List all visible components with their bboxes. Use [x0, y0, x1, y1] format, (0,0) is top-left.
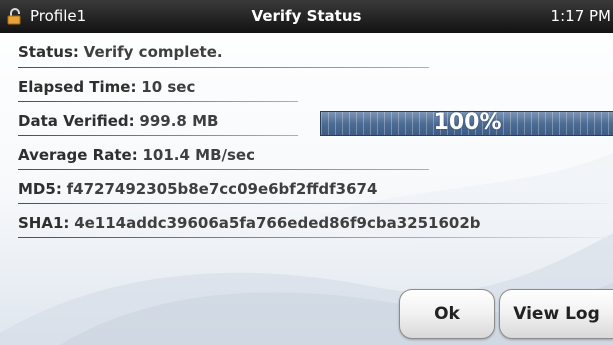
status-underline — [18, 67, 429, 68]
sha1-underline — [18, 237, 608, 238]
view-log-button[interactable]: View Log — [499, 289, 613, 339]
md5-underline — [18, 203, 608, 204]
progress-bar: 100% — [320, 110, 613, 136]
data-verified-value: 999.8 MB — [139, 112, 219, 130]
md5-value: f4727492305b8e7cc09e6bf2ffdf3674 — [66, 180, 378, 198]
sha1-label: SHA1 — [18, 214, 64, 232]
ok-button[interactable]: Ok — [399, 289, 495, 339]
progress-percent: 100% — [433, 110, 502, 135]
status-value: Verify complete. — [83, 43, 223, 61]
md5-label: MD5 — [18, 180, 56, 198]
status-label: Status — [18, 43, 73, 61]
elapsed-time-value: 10 sec — [141, 78, 196, 96]
average-rate-underline — [18, 169, 429, 170]
data-verified-underline — [18, 135, 298, 136]
elapsed-time-label: Elapsed Time — [18, 78, 131, 96]
status-colon: : — [72, 43, 79, 61]
window-title: Verify Status — [251, 7, 362, 25]
elapsed-time-underline — [18, 101, 298, 102]
sha1-value: 4e114addc39606a5fa766eded86f9cba3251602b — [74, 214, 481, 232]
data-verified-label: Data Verified — [18, 112, 129, 130]
clock: 1:17 PM — [550, 7, 611, 25]
average-rate-value: 101.4 MB/sec — [142, 146, 255, 164]
average-rate-label: Average Rate — [18, 146, 132, 164]
title-bar: Profile1 Verify Status 1:17 PM — [0, 0, 613, 33]
